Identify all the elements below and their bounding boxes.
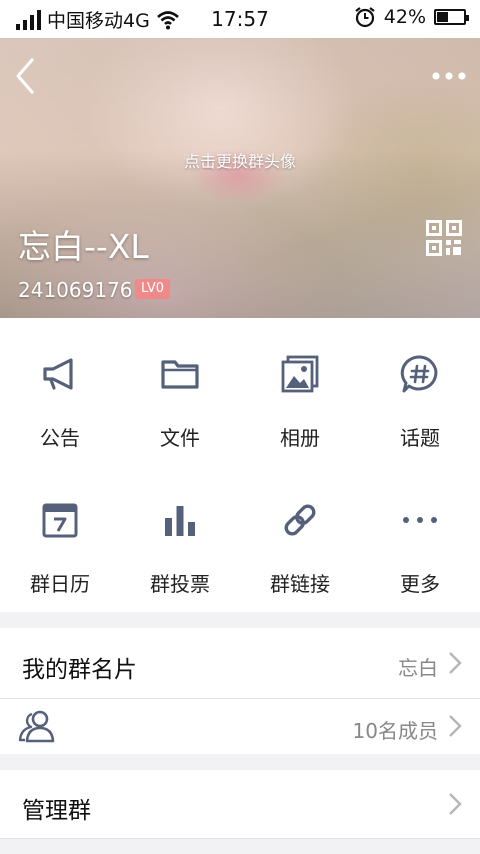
action-label: 相册 <box>280 426 320 450</box>
cover-shade <box>0 38 480 318</box>
vote-icon <box>165 506 195 536</box>
action-topic[interactable]: 话题 <box>360 318 480 464</box>
battery-fill <box>437 12 448 22</box>
group-name: 忘白--XL <box>18 227 149 266</box>
folder-icon <box>161 360 199 389</box>
change-avatar-hint[interactable]: 点击更换群头像 <box>0 148 480 172</box>
chevron-right-icon <box>449 652 462 674</box>
level-badge: LV0 <box>135 279 170 299</box>
action-label: 群链接 <box>270 572 330 596</box>
battery-percent: 42% <box>383 6 426 28</box>
alarm-icon <box>355 7 375 28</box>
group-cover[interactable]: 点击更换群头像 忘白--XL 241069176 LV0 <box>0 38 480 318</box>
back-icon[interactable] <box>10 56 40 96</box>
members-count: 10名成员 <box>352 719 438 743</box>
action-announcement[interactable]: 公告 <box>0 318 120 464</box>
status-bar: 中国移动4G 17:57 42% <box>0 0 480 38</box>
action-label: 群投票 <box>150 572 210 596</box>
my-group-card-row[interactable]: 我的群名片 忘白 <box>0 628 480 698</box>
my-group-card-value: 忘白 <box>398 656 438 680</box>
more-icon[interactable] <box>430 66 468 86</box>
action-label: 话题 <box>400 426 440 450</box>
my-group-card-title: 我的群名片 <box>22 657 137 683</box>
members-icon <box>18 710 55 743</box>
link-icon <box>284 504 316 536</box>
action-calendar[interactable]: 群日历 <box>0 464 120 610</box>
calendar-icon <box>42 503 78 538</box>
battery-icon <box>434 9 469 25</box>
topic-icon <box>400 355 438 393</box>
group-actions-grid: 公告 文件 相册 话题 群日历 群投票 群链接 更多 <box>0 318 480 612</box>
status-right: 42% <box>354 6 469 28</box>
more-dots-icon <box>403 517 437 523</box>
chevron-right-icon <box>449 715 462 737</box>
action-link[interactable]: 群链接 <box>240 464 360 610</box>
action-vote[interactable]: 群投票 <box>120 464 240 610</box>
action-label: 文件 <box>160 426 200 450</box>
action-label: 群日历 <box>30 572 90 596</box>
manage-group-title: 管理群 <box>22 798 91 824</box>
action-album[interactable]: 相册 <box>240 318 360 464</box>
manage-group-row[interactable]: 管理群 <box>0 770 480 838</box>
action-label: 更多 <box>400 572 440 596</box>
action-files[interactable]: 文件 <box>120 318 240 464</box>
group-id: 241069176 <box>18 278 133 302</box>
action-more[interactable]: 更多 <box>360 464 480 610</box>
members-row[interactable]: 10名成员 <box>0 699 480 754</box>
megaphone-icon <box>43 358 73 390</box>
photo-album-icon <box>281 355 319 393</box>
qr-code-icon[interactable] <box>426 220 462 256</box>
action-label: 公告 <box>40 426 80 450</box>
chevron-right-icon <box>449 793 462 815</box>
row-divider <box>0 838 480 839</box>
